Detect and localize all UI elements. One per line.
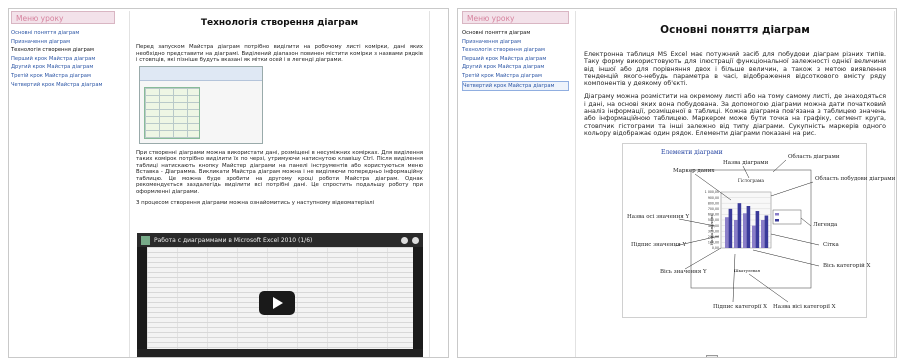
menu-item-step-2[interactable]: Другий крок Майстра діаграм — [11, 63, 115, 72]
bar — [725, 217, 729, 249]
y-tick-label: 900,00 — [708, 196, 719, 200]
label-y-axis-caption: Підпис значення Y — [631, 242, 687, 249]
page-title: Технологія створення діаграм — [200, 18, 359, 28]
label-y-axis-values: Вісь значення Y — [660, 269, 707, 276]
play-button[interactable] — [259, 291, 295, 315]
video-controls-bar[interactable] — [137, 349, 423, 357]
video-intro-paragraph: З процесом створення діаграми можна озна… — [136, 200, 375, 206]
figure-title: Елементи діаграми — [661, 149, 723, 157]
excel-selection-image — [139, 65, 263, 144]
label-chart-area: Область діаграми — [788, 154, 840, 161]
menu-item-technology[interactable]: Технологія створення діаграм — [11, 46, 115, 55]
lesson-menu-title-right: Меню уроку — [462, 11, 569, 24]
intro-paragraph: Перед запуском Майстра діаграм потрібно … — [136, 44, 423, 63]
bar — [755, 211, 760, 249]
y-tick-label: 800,00 — [708, 202, 719, 206]
page-title-right: Основні поняття діаграм — [660, 24, 810, 36]
menu-item-step-3-right[interactable]: Третій крок Майстра діаграм — [462, 72, 569, 81]
bar — [752, 225, 756, 249]
y-tick-label: 1 000,00 — [705, 190, 719, 194]
label-x-category-caption: Підпис категорії X — [713, 304, 768, 311]
excel-selected-range — [144, 86, 200, 139]
bar — [761, 220, 765, 249]
label-data-marker: Маркер даних — [673, 168, 715, 175]
legend-swatch-1 — [775, 213, 779, 216]
bar — [746, 206, 751, 249]
lesson-content-right: Основні поняття діаграм Електронна табли… — [575, 11, 895, 357]
y-tick-label: 700,00 — [708, 207, 719, 211]
inner-y-axis-title: Назва значень — [709, 214, 714, 246]
chart-elements-figure: 1 000,00 900,00 800,00 700,00 600,00 500,00 40… — [622, 143, 895, 319]
inner-x-axis-title: Шкатулевая — [734, 268, 761, 273]
menu-item-step-4[interactable]: Четвертий крок Майстра діаграм — [11, 81, 115, 90]
menu-item-purpose-right[interactable]: Призначення діаграм — [462, 38, 569, 47]
menu-item-step-1-right[interactable]: Перший крок Майстра діаграм — [462, 55, 569, 64]
label-gridlines: Сітка — [823, 242, 839, 249]
menu-item-step-1[interactable]: Перший крок Майстра діаграм — [11, 55, 115, 64]
legend-box — [772, 210, 802, 225]
lesson-menu-title: Меню уроку — [11, 11, 115, 24]
label-chart-name: Назва діаграми — [723, 160, 769, 167]
menu-item-step-2-right[interactable]: Другий крок Майстра діаграм — [462, 63, 569, 72]
selection-paragraph: При створенні діаграми можна використати… — [136, 149, 423, 195]
left-lesson-window: Меню уроку Основні поняття діаграм Призн… — [8, 8, 449, 358]
video-title-bar: Работа с диаграммами в Microsoft Excel 2… — [137, 233, 423, 247]
right-lesson-window: Меню уроку Основні поняття діаграм Призн… — [457, 8, 897, 358]
inner-chart-title: Гістограма — [738, 178, 765, 184]
bar — [737, 203, 742, 249]
menu-item-basics[interactable]: Основні поняття діаграм — [11, 29, 115, 38]
bar — [734, 220, 738, 249]
lesson-content: Технологія створення діаграм Перед запус… — [129, 11, 430, 357]
bar — [743, 213, 747, 249]
menu-item-technology-right[interactable]: Технологія створення діаграм — [462, 46, 569, 55]
bar — [728, 209, 733, 249]
chart-elements-svg: 1 000,00900,00800,00700,00600,00500,0040… — [674, 160, 820, 303]
channel-avatar — [141, 235, 150, 245]
label-x-axis-category: Вісь категорій X — [823, 263, 871, 270]
menu-item-basics-right[interactable]: Основні поняття діаграм — [462, 29, 569, 38]
info-icon[interactable] — [412, 236, 419, 244]
video-title[interactable]: Работа с диаграммами в Microsoft Excel 2… — [154, 237, 397, 244]
menu-item-step-4-right[interactable]: Четвертий крок Майстра діаграм — [462, 80, 569, 92]
lesson-menu: Меню уроку Основні поняття діаграм Призн… — [11, 11, 115, 89]
bar — [764, 215, 769, 249]
legend-swatch-2 — [775, 219, 779, 222]
menu-item-step-3[interactable]: Третій крок Майстра діаграм — [11, 72, 115, 81]
label-legend: Легенда — [813, 222, 838, 229]
label-y-axis-title: Назва осі значення Y — [627, 214, 690, 221]
excel-ribbon — [140, 66, 262, 81]
lesson-menu-right: Меню уроку Основні поняття діаграм Призн… — [462, 11, 569, 92]
video-player[interactable]: Работа с диаграммами в Microsoft Excel 2… — [137, 233, 423, 357]
menu-item-purpose[interactable]: Призначення діаграм — [11, 38, 115, 47]
label-plot-area: Область побудови діаграми — [815, 176, 896, 183]
label-x-axis-title: Назва вісі категорії X — [773, 304, 836, 311]
chart-elements-paragraph: Діаграму можна розмістити на окремому ли… — [584, 93, 886, 137]
clock-icon[interactable] — [401, 236, 408, 244]
excel-intro-paragraph: Електронна таблиця MS Excel має потужний… — [584, 51, 886, 88]
